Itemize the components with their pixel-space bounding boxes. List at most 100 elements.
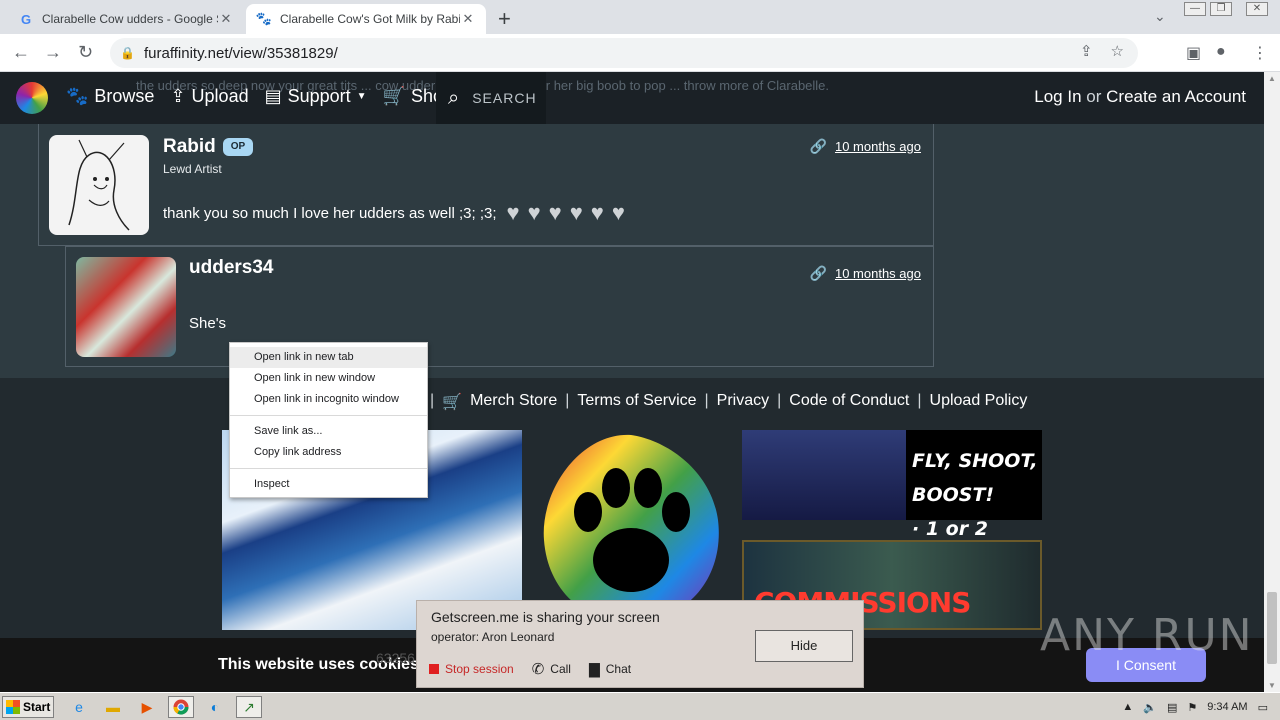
comment-time-link[interactable]: 10 months ago [835,266,921,281]
scroll-down-icon[interactable]: ▼ [1268,681,1276,690]
edge-icon[interactable]: ◐ [202,696,228,718]
nav-support[interactable]: ▤ Support ▼ [265,86,367,107]
avatar[interactable] [49,135,149,235]
separator: | [565,392,570,409]
chat-label: Chat [605,662,632,676]
stop-square-icon [429,664,439,674]
address-bar[interactable]: 🔒 furaffinity.net/view/35381829/ ⇪ ☆ [110,38,1138,68]
stop-label: Stop session [445,662,514,676]
menu-save-link[interactable]: Save link as... [230,421,427,442]
login-link[interactable]: Log In [1034,87,1081,106]
side-panel-icon[interactable]: ▣ [1186,43,1201,63]
menu-inspect[interactable]: Inspect [230,474,427,495]
nav-browse[interactable]: 🐾 Browse [66,86,154,107]
user-title: Lewd Artist [163,162,222,176]
caret-down-icon: ▼ [356,91,367,102]
search-icon: ⌕ [448,86,461,109]
media-player-icon[interactable]: ▶ [134,696,160,718]
tab-furaffinity[interactable]: 🐾 Clarabelle Cow's Got Milk by Rabid — F… [246,4,486,34]
heart-icon: ♥ [548,200,562,225]
profile-avatar-icon[interactable]: ● [1216,43,1226,61]
menu-open-new-window[interactable]: Open link in new window [230,368,427,389]
flag-icon[interactable]: ⚑ [1187,701,1197,714]
minimize-button[interactable]: — [1184,2,1206,16]
footer-link-conduct[interactable]: Code of Conduct [789,392,909,412]
clock[interactable]: 9:34 AM [1207,701,1247,713]
link-icon[interactable]: 🔗 [810,138,827,155]
footer-link-privacy[interactable]: Privacy [717,392,769,412]
furaffinity-logo[interactable] [16,82,48,114]
separator: | [704,392,709,409]
site-nav-links: 🐾 Browse ⇪ Upload ▤ Support ▼ 🛒 Shop [66,86,453,107]
footer-link-upload-policy[interactable]: Upload Policy [930,392,1028,412]
close-tab-icon[interactable]: ✕ [218,11,234,27]
start-button[interactable]: Start [2,696,54,718]
share-icon[interactable]: ⇪ [1080,42,1093,60]
footer-link-tos[interactable]: Terms of Service [577,392,696,412]
ad-banner-game[interactable]: FLY, SHOOT, BOOST! · 1 or 2 PLAYERS! [742,430,1042,574]
paw-favicon-icon: 🐾 [255,11,273,26]
new-tab-button[interactable]: + [498,6,511,32]
operator-text: operator: Aron Leonard [431,630,555,644]
tab-google-search[interactable]: G Clarabelle Cow udders - Google Search … [8,4,244,34]
separator: | [430,392,435,409]
menu-open-new-tab[interactable]: Open link in new tab [230,347,427,368]
site-search[interactable]: ⌕ SEARCH [436,72,546,124]
separator: | [777,392,782,409]
window-controls: — ❐ ✕ [1184,2,1268,16]
close-window-button[interactable]: ✕ [1246,2,1268,16]
system-tray: ▲ 🔈 ▤ ⚑ 9:34 AM ▭ [1122,696,1280,718]
menu-open-incognito[interactable]: Open link in incognito window [230,389,427,410]
show-desktop-icon[interactable]: ▭ [1258,701,1268,714]
footer-link-merch[interactable]: Merch Store [470,392,557,412]
browser-menu-icon[interactable]: ⋮ [1252,43,1268,63]
restore-button[interactable]: ❐ [1210,2,1232,16]
forward-arrow-icon[interactable]: → [44,42,62,63]
google-favicon-icon: G [20,11,32,27]
comment-username[interactable]: Rabid [163,136,216,158]
getscreen-app-icon[interactable]: ↗ [236,696,262,718]
scroll-up-icon[interactable]: ▲ [1268,74,1276,83]
hide-button[interactable]: Hide [755,630,853,662]
tray-expand-icon[interactable]: ▲ [1122,701,1133,713]
stop-session-button[interactable]: Stop session [429,662,514,676]
ghost-text: 63256 [376,650,415,666]
comment-username[interactable]: udders34 [189,257,273,279]
menu-divider [230,468,427,469]
ie-icon[interactable]: e [66,696,92,718]
nav-label: Support [287,86,351,106]
site-navbar: the udders so deep now your great tits .… [0,72,1264,124]
url-text: furaffinity.net/view/35381829/ [144,44,338,62]
close-tab-icon[interactable]: ✕ [460,11,476,27]
scrollbar-thumb[interactable] [1267,592,1277,664]
comment-time-link[interactable]: 10 months ago [835,139,921,154]
page-scrollbar[interactable]: ▲ ▼ [1264,72,1280,692]
reload-icon[interactable]: ↻ [78,42,93,63]
comment-timestamp: 🔗 10 months ago [810,265,921,282]
heart-icon: ♥ [506,200,520,225]
create-account-link[interactable]: Create an Account [1106,87,1246,106]
session-actions: Stop session ✆ Call ▇ Chat [429,660,631,678]
chat-button[interactable]: ▇ Chat [589,661,631,678]
back-arrow-icon[interactable]: ← [12,42,30,63]
folder-icon[interactable]: ▬ [100,696,126,718]
browser-toolbar: ← → ↻ 🔒 furaffinity.net/view/35381829/ ⇪… [0,34,1280,72]
bookmark-star-icon[interactable]: ☆ [1111,42,1124,60]
call-label: Call [550,662,571,676]
or-text: or [1086,87,1102,106]
network-icon[interactable]: ▤ [1167,701,1177,714]
call-button[interactable]: ✆ Call [532,660,571,678]
link-icon[interactable]: 🔗 [810,265,827,282]
tab-search-chevron-icon[interactable]: ⌄ [1154,8,1166,25]
avatar[interactable] [76,257,176,357]
start-label: Start [23,700,51,714]
menu-copy-link[interactable]: Copy link address [230,442,427,463]
heart-emotes: ♥ ♥ ♥ ♥ ♥ ♥ [507,200,625,226]
chrome-icon[interactable] [168,696,194,718]
paw-icon: 🐾 [66,86,89,106]
volume-icon[interactable]: 🔈 [1143,701,1157,714]
nav-upload[interactable]: ⇪ Upload [170,86,248,107]
nav-label: Upload [191,86,249,106]
separator: | [917,392,922,409]
comment-text: She's [189,315,227,332]
